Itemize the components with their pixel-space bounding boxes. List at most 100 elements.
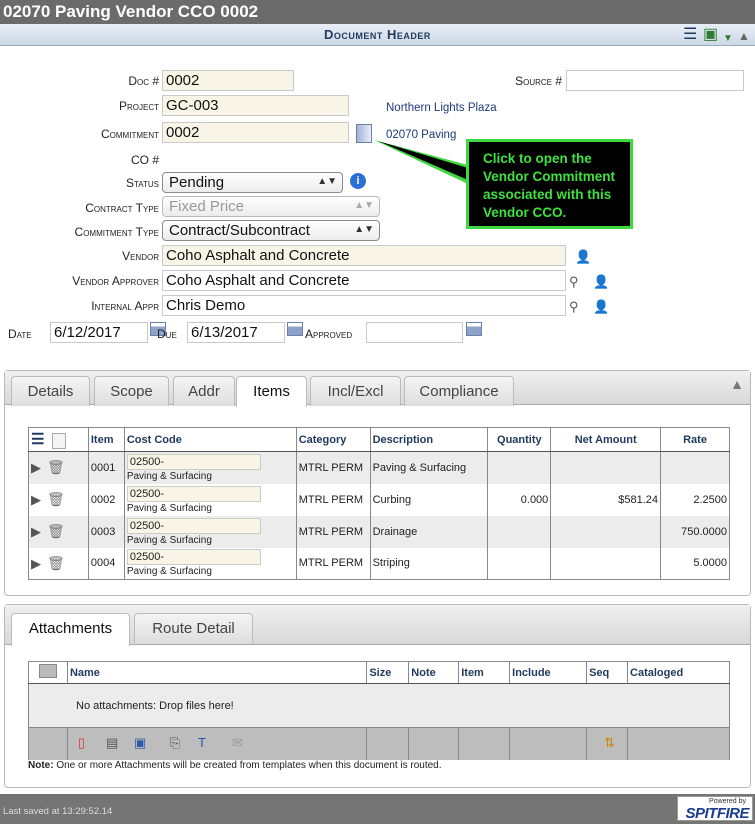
quantity-cell	[487, 515, 552, 548]
internal-approver-field[interactable]: Chris Demo	[162, 295, 566, 316]
quantity-cell	[487, 451, 552, 484]
new-item-icon[interactable]	[51, 433, 66, 450]
search-icon[interactable]: ⚲	[569, 274, 579, 290]
reorder-icon[interactable]: ⇅	[604, 735, 615, 751]
new-document-icon[interactable]: ▯	[78, 735, 85, 751]
due-date-field[interactable]: 6/13/2017	[187, 322, 285, 343]
collapse-icon[interactable]: ▲	[730, 376, 744, 392]
tab-compliance[interactable]: Compliance	[404, 376, 514, 406]
cost-code-field[interactable]: 02500-	[126, 485, 261, 502]
attach-file-icon[interactable]: ⎘	[170, 735, 180, 751]
spitfire-logo: Powered by SPITFIRE	[677, 796, 753, 822]
vendor-approver-field[interactable]: Coho Asphalt and Concrete	[162, 270, 566, 291]
window-title: 02070 Paving Vendor CCO 0002	[0, 0, 755, 24]
tab-scope[interactable]: Scope	[94, 376, 169, 406]
scan-icon[interactable]: ▣	[134, 735, 146, 751]
cost-code-desc: Paving & Surfacing	[126, 566, 212, 578]
commitment-type-select[interactable]: Contract/Subcontract ▲▼	[162, 220, 380, 241]
save-icon[interactable]: ▣	[703, 26, 718, 44]
vendor-approver-label: Vendor Approver	[72, 274, 159, 288]
source-number-field[interactable]	[566, 70, 744, 91]
menu-icon[interactable]: ☰	[31, 431, 44, 448]
internal-appr-label: Internal Appr	[91, 299, 159, 313]
tab-attachments[interactable]: Attachments	[11, 613, 130, 646]
status-label: Status	[125, 176, 159, 190]
person-lookup-icon[interactable]: 👤	[593, 274, 609, 290]
col-include: Include	[509, 661, 588, 684]
item-cell: 0001	[87, 451, 125, 484]
expand-row-icon[interactable]: ▶	[31, 460, 41, 475]
date-field[interactable]: 6/12/2017	[50, 322, 148, 343]
commitment-field[interactable]: 0002	[162, 122, 349, 143]
table-row[interactable]: ▶ 🗑 0003 02500- Paving & Surfacing MTRL PE…	[28, 515, 730, 548]
attachments-drop-zone[interactable]: No attachments: Drop files here!	[28, 683, 730, 728]
vendor-label: Vendor	[122, 249, 159, 263]
rate-cell: 750.0000	[660, 515, 730, 548]
delete-row-icon[interactable]: 🗑	[47, 459, 65, 475]
save-dropdown-icon[interactable]: ▼	[723, 30, 733, 48]
commitment-label: Commitment	[101, 127, 159, 141]
net-amount-cell	[550, 547, 662, 581]
col-description: Description	[369, 426, 489, 453]
calendar-icon[interactable]	[287, 322, 303, 336]
person-lookup-icon[interactable]: 👤	[593, 299, 609, 315]
cost-code-field[interactable]: 02500-	[126, 517, 261, 534]
expand-row-icon[interactable]: ▶	[31, 556, 41, 571]
col-rate: Rate	[660, 426, 730, 453]
info-icon[interactable]: i	[350, 173, 366, 189]
description-cell: Drainage	[369, 515, 489, 548]
approved-label: Approved	[305, 327, 353, 341]
calendar-icon[interactable]	[466, 322, 482, 336]
expand-row-icon[interactable]: ▶	[31, 492, 41, 507]
description-cell: Striping	[369, 547, 489, 581]
delete-row-icon[interactable]: 🗑	[47, 555, 65, 571]
tab-items[interactable]: Items	[236, 376, 307, 407]
person-lookup-icon[interactable]: 👤	[575, 249, 591, 265]
project-field[interactable]: GC-003	[162, 95, 349, 116]
add-template-icon[interactable]: ▤	[106, 735, 118, 751]
col-category: Category	[295, 426, 371, 453]
status-select[interactable]: Pending ▲▼	[162, 172, 343, 193]
rate-cell: 5.0000	[660, 547, 730, 581]
category-cell: MTRL PERM	[295, 451, 371, 484]
rate-cell	[660, 451, 730, 484]
net-amount-cell: $581.24	[550, 483, 662, 516]
commitment-type-label: Commitment Type	[74, 225, 159, 239]
scanner-icon[interactable]	[38, 664, 57, 678]
cost-code-desc: Paving & Surfacing	[126, 470, 212, 482]
email-icon[interactable]: ✉	[232, 735, 243, 751]
cost-code-field[interactable]: 02500-	[126, 549, 261, 566]
open-commitment-icon[interactable]	[356, 124, 372, 143]
footer: Last saved at 13:29:52.14 Powered by SPI…	[0, 794, 755, 824]
approved-date-field[interactable]	[366, 322, 463, 343]
menu-icon[interactable]: ☰	[683, 26, 697, 44]
col-cost-code: Cost Code	[123, 426, 297, 453]
tab-details[interactable]: Details	[11, 376, 90, 406]
table-row[interactable]: ▶ 🗑 0004 02500- Paving & Surfacing MTRL PE…	[28, 547, 730, 581]
detail-tabstrip: Details Scope Addr Items Incl/Excl Compl…	[5, 371, 750, 407]
category-cell: MTRL PERM	[295, 515, 371, 548]
expand-row-icon[interactable]: ▶	[31, 524, 41, 539]
note-text: One or more Attachments will be created …	[53, 760, 442, 771]
table-row[interactable]: ▶ 🗑 0001 02500- Paving & Surfacing MTRL PE…	[28, 451, 730, 484]
text-template-icon[interactable]: T	[198, 735, 206, 750]
doc-number-field[interactable]: 0002	[162, 70, 294, 91]
status-value: Pending	[169, 174, 225, 191]
tab-addr[interactable]: Addr	[173, 376, 235, 406]
delete-row-icon[interactable]: 🗑	[47, 523, 65, 539]
tab-route-detail[interactable]: Route Detail	[134, 613, 253, 643]
table-row[interactable]: ▶ 🗑 0002 02500- Paving & Surfacing MTRL PE…	[28, 483, 730, 516]
collapse-header-icon[interactable]: ▲	[738, 27, 750, 45]
tab-incl-excl[interactable]: Incl/Excl	[310, 376, 401, 406]
attachment-note: Note: One or more Attachments will be cr…	[28, 760, 442, 771]
col-quantity: Quantity	[487, 426, 552, 453]
cost-code-field[interactable]: 02500-	[126, 453, 261, 470]
contract-type-select: Fixed Price ▲▼	[162, 196, 380, 217]
doc-label: Doc #	[128, 74, 159, 88]
delete-row-icon[interactable]: 🗑	[47, 491, 65, 507]
attachments-tabstrip: Attachments Route Detail	[5, 605, 750, 646]
vendor-field[interactable]: Coho Asphalt and Concrete	[162, 245, 566, 266]
item-cell: 0003	[87, 515, 125, 548]
search-icon[interactable]: ⚲	[569, 299, 579, 315]
items-table: ☰ Item Cost Code Category Description Qu…	[28, 426, 730, 581]
